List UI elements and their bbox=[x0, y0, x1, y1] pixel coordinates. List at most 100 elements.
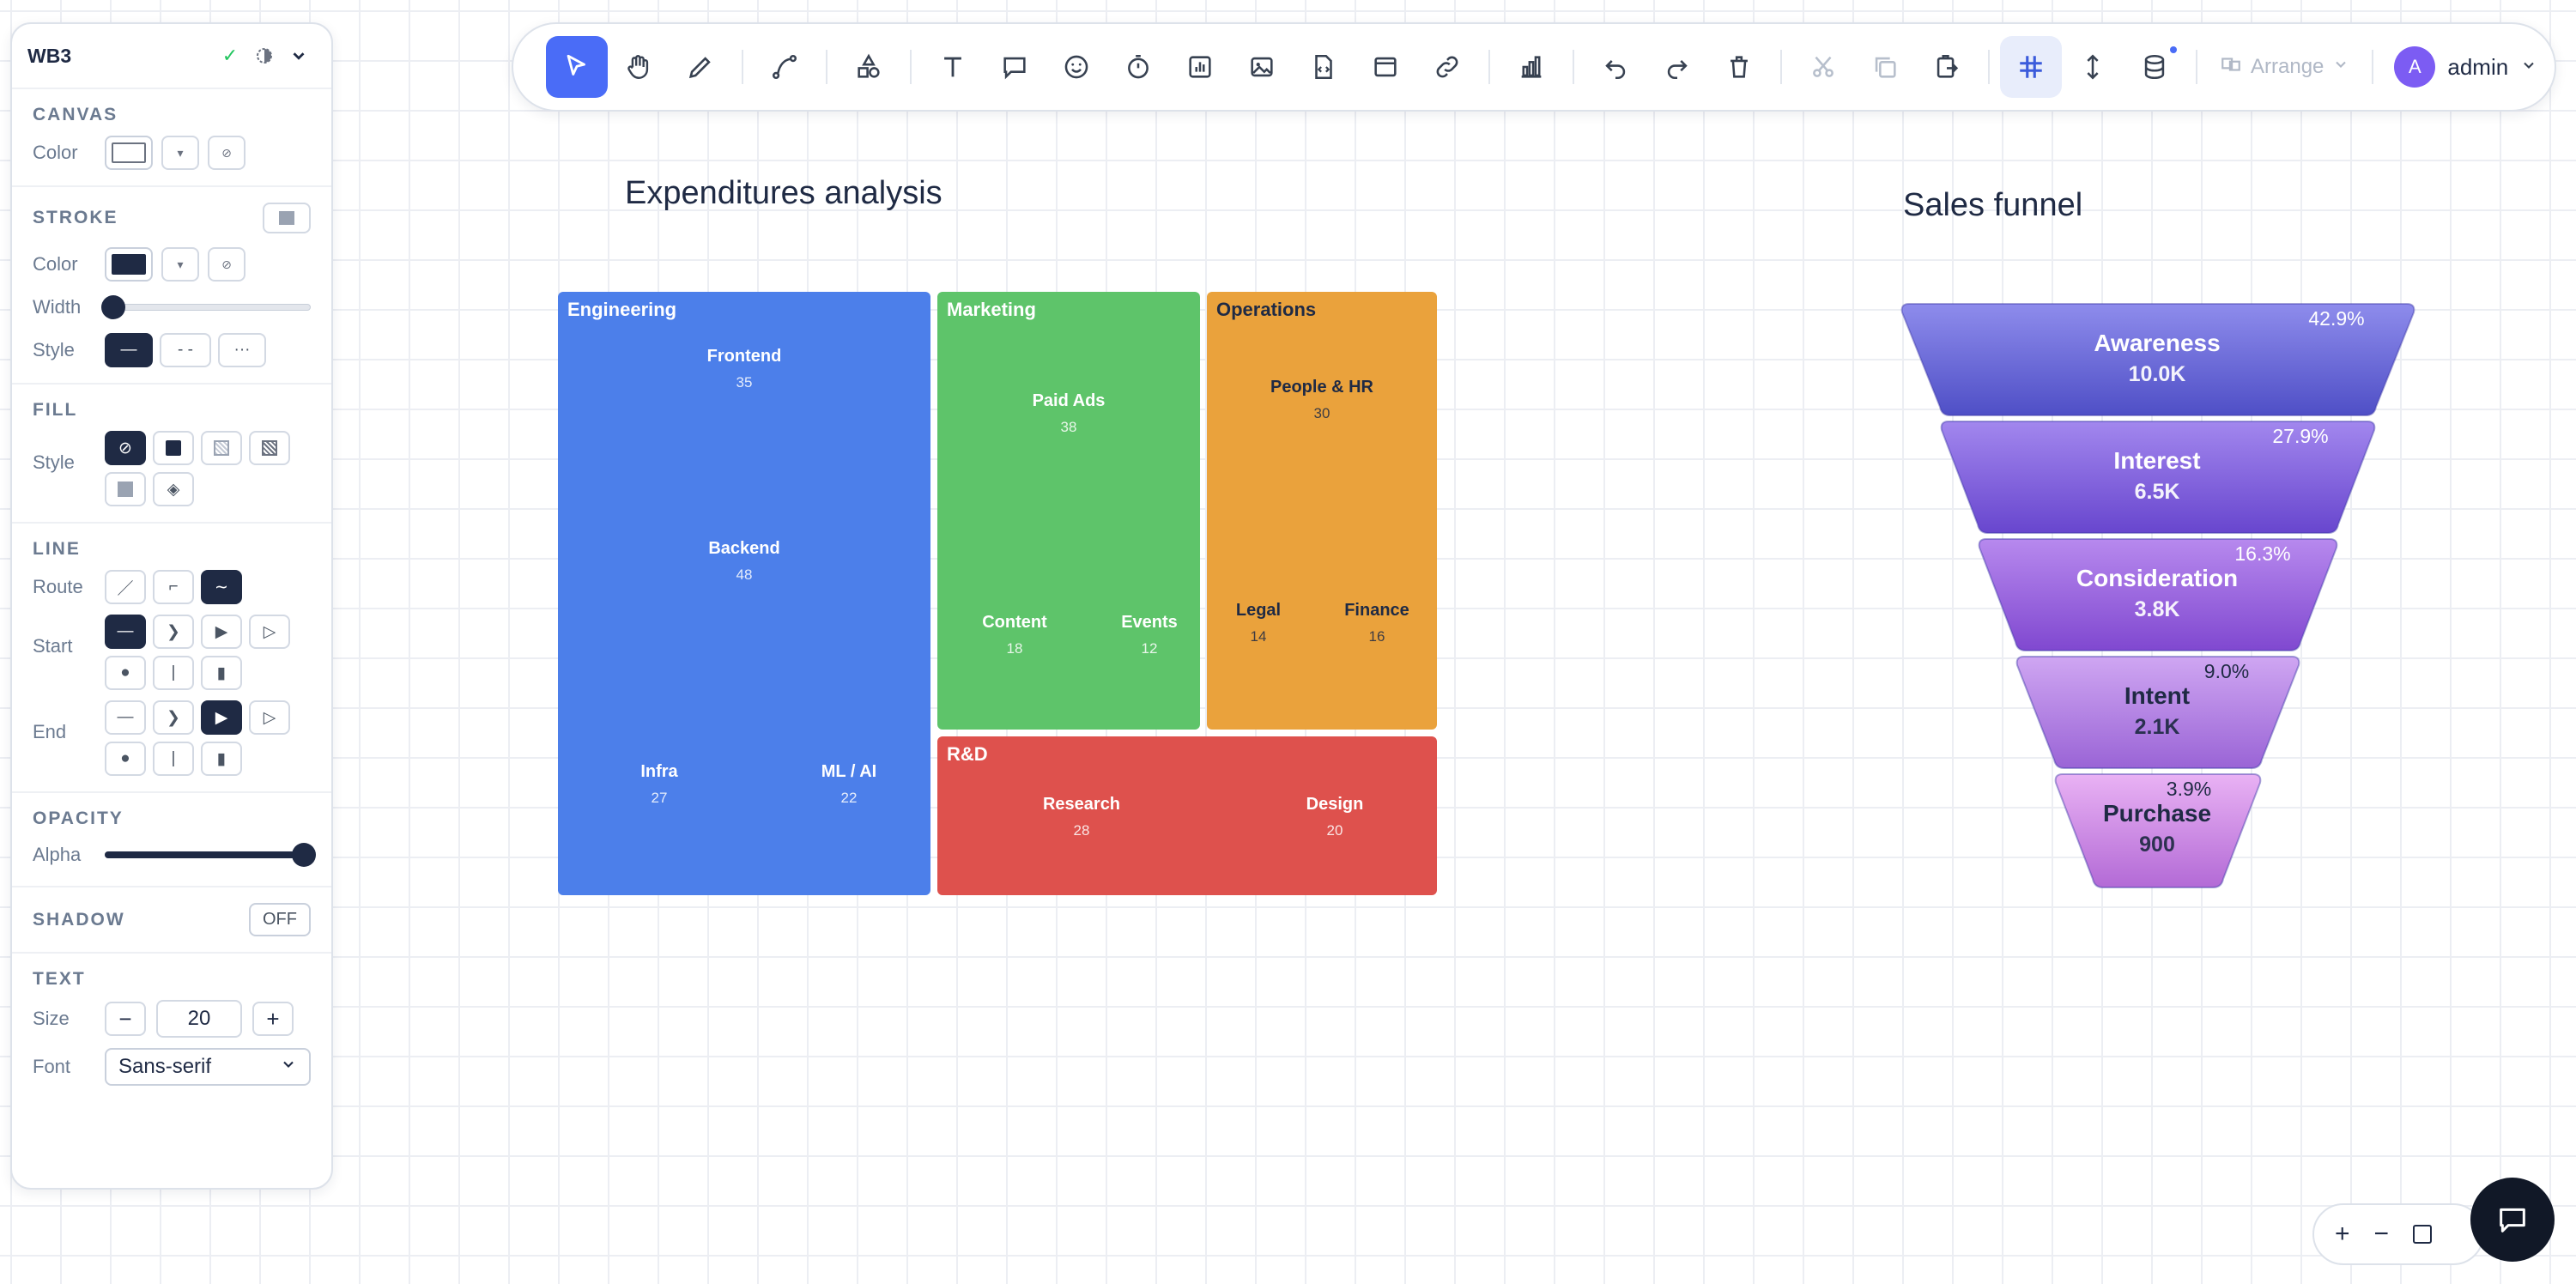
stroke-color-none-icon[interactable]: ⊘ bbox=[208, 247, 245, 282]
end-bar-icon[interactable]: | bbox=[153, 742, 194, 776]
stroke-toggle-button[interactable] bbox=[263, 203, 311, 233]
route-straight-icon[interactable]: ／ bbox=[105, 570, 146, 604]
vertical-resize-icon[interactable] bbox=[2062, 36, 2124, 98]
canvas-color-swatch[interactable] bbox=[105, 136, 153, 170]
frame-tool-icon[interactable] bbox=[1355, 36, 1416, 98]
fill-dots-icon[interactable] bbox=[105, 472, 146, 506]
end-label: End bbox=[33, 721, 67, 742]
treemap-group-operations[interactable] bbox=[1207, 292, 1437, 730]
stroke-style-dashed-button[interactable]: - - bbox=[160, 333, 211, 367]
start-none-icon[interactable]: — bbox=[105, 615, 146, 649]
chat-button[interactable] bbox=[2470, 1178, 2555, 1262]
start-label: Start bbox=[33, 635, 73, 657]
select-tool-icon[interactable] bbox=[546, 36, 608, 98]
route-curved-icon[interactable]: ∼ bbox=[201, 570, 242, 604]
alpha-label: Alpha bbox=[33, 844, 82, 865]
stroke-color-swatch[interactable] bbox=[105, 247, 153, 282]
bar-chart-tool-icon[interactable] bbox=[1500, 36, 1562, 98]
end-circle-icon[interactable]: ● bbox=[105, 742, 146, 776]
avatar: A bbox=[2394, 46, 2436, 88]
zoom-out-icon[interactable]: − bbox=[2374, 1220, 2390, 1249]
minimap-icon[interactable] bbox=[2413, 1225, 2433, 1244]
stroke-width-knob[interactable] bbox=[100, 295, 125, 319]
stroke-style-dotted-button[interactable]: ··· bbox=[218, 333, 266, 367]
arrange-icon bbox=[2220, 53, 2242, 82]
hand-tool-icon[interactable] bbox=[608, 36, 670, 98]
funnel-stage-percent: 42.9% bbox=[2308, 307, 2365, 330]
start-triangle-outline-icon[interactable]: ▷ bbox=[249, 615, 290, 649]
start-block-icon[interactable]: ▮ bbox=[201, 656, 242, 690]
stroke-width-label: Width bbox=[33, 296, 82, 318]
undo-icon[interactable] bbox=[1585, 36, 1646, 98]
user-menu[interactable]: A admin bbox=[2394, 46, 2537, 88]
treemap-item-value: 38 bbox=[1060, 419, 1077, 435]
funnel-stage-name: Intent bbox=[2124, 682, 2191, 709]
code-file-tool-icon[interactable] bbox=[1293, 36, 1355, 98]
start-circle-icon[interactable]: ● bbox=[105, 656, 146, 690]
end-none-icon[interactable]: — bbox=[105, 700, 146, 735]
end-block-icon[interactable]: ▮ bbox=[201, 742, 242, 776]
start-triangle-icon[interactable]: ▶ bbox=[201, 615, 242, 649]
fill-diamond-icon[interactable]: ◈ bbox=[153, 472, 194, 506]
stroke-color-dropdown[interactable]: ▾ bbox=[161, 247, 199, 282]
funnel-stage-value: 2.1K bbox=[2134, 715, 2180, 739]
arrange-menu[interactable]: Arrange bbox=[2220, 53, 2349, 82]
treemap-item-value: 48 bbox=[736, 566, 753, 583]
image-tool-icon[interactable] bbox=[1231, 36, 1293, 98]
route-elbow-icon[interactable]: ⌐ bbox=[153, 570, 194, 604]
table-chart-tool-icon[interactable] bbox=[1169, 36, 1231, 98]
canvas-color-none-icon[interactable]: ⊘ bbox=[208, 136, 245, 170]
end-triangle-outline-icon[interactable]: ▷ bbox=[249, 700, 290, 735]
font-select[interactable]: Sans-serif bbox=[105, 1048, 311, 1086]
cut-icon[interactable] bbox=[1792, 36, 1854, 98]
treemap-item-value: 14 bbox=[1250, 628, 1267, 645]
end-chevron-icon[interactable]: ❯ bbox=[153, 700, 194, 735]
size-increase-button[interactable]: + bbox=[252, 1002, 294, 1036]
copy-icon[interactable] bbox=[1854, 36, 1916, 98]
start-chevron-icon[interactable]: ❯ bbox=[153, 615, 194, 649]
stroke-section: STROKE Color ▾ ⊘ Width Style — - - ··· bbox=[12, 187, 331, 385]
trash-icon[interactable] bbox=[1708, 36, 1770, 98]
fill-none-icon[interactable]: ⊘ bbox=[105, 431, 146, 465]
funnel-stage-intent[interactable] bbox=[2015, 656, 2300, 769]
alpha-slider[interactable] bbox=[105, 839, 316, 870]
link-tool-icon[interactable] bbox=[1416, 36, 1478, 98]
chevron-down-icon[interactable] bbox=[282, 39, 316, 73]
stroke-style-solid-button[interactable]: — bbox=[105, 333, 153, 367]
treemap-group-label: Operations bbox=[1216, 299, 1317, 320]
grid-toggle-icon[interactable] bbox=[2000, 36, 2062, 98]
fill-solid-icon[interactable] bbox=[153, 431, 194, 465]
treemap-group-r-d[interactable] bbox=[937, 736, 1437, 895]
paste-icon[interactable] bbox=[1916, 36, 1978, 98]
zoom-in-icon[interactable]: + bbox=[2335, 1220, 2350, 1249]
canvas-title: CANVAS bbox=[33, 105, 118, 124]
database-icon[interactable] bbox=[2124, 36, 2185, 98]
comment-tool-icon[interactable] bbox=[984, 36, 1046, 98]
connector-tool-icon[interactable] bbox=[754, 36, 815, 98]
text-tool-icon[interactable] bbox=[922, 36, 984, 98]
treemap-item-label: Paid Ads bbox=[1032, 391, 1106, 410]
timer-tool-icon[interactable] bbox=[1107, 36, 1169, 98]
start-bar-icon[interactable]: | bbox=[153, 656, 194, 690]
canvas-color-dropdown[interactable]: ▾ bbox=[161, 136, 199, 170]
chevron-down-icon bbox=[280, 1055, 297, 1079]
fill-crosshatch-icon[interactable] bbox=[249, 431, 290, 465]
end-triangle-icon[interactable]: ▶ bbox=[201, 700, 242, 735]
redo-icon[interactable] bbox=[1646, 36, 1708, 98]
size-decrease-button[interactable]: − bbox=[105, 1002, 146, 1036]
alpha-knob[interactable] bbox=[292, 843, 316, 867]
shapes-tool-icon[interactable] bbox=[838, 36, 900, 98]
treemap-item-value: 18 bbox=[1006, 640, 1023, 657]
treemap-item-label: Finance bbox=[1344, 601, 1409, 620]
pencil-tool-icon[interactable] bbox=[670, 36, 731, 98]
size-input[interactable]: 20 bbox=[156, 1000, 242, 1038]
fill-hatch-icon[interactable] bbox=[201, 431, 242, 465]
contrast-icon[interactable] bbox=[247, 39, 282, 73]
arrange-label: Arrange bbox=[2251, 55, 2324, 78]
emoji-tool-icon[interactable] bbox=[1046, 36, 1107, 98]
funnel-stage-purchase[interactable] bbox=[2054, 773, 2262, 888]
treemap-group-marketing[interactable] bbox=[937, 292, 1200, 730]
treemap-group-label: Engineering bbox=[567, 299, 677, 320]
shadow-toggle-button[interactable]: OFF bbox=[249, 903, 311, 936]
stroke-width-slider[interactable] bbox=[100, 292, 311, 323]
